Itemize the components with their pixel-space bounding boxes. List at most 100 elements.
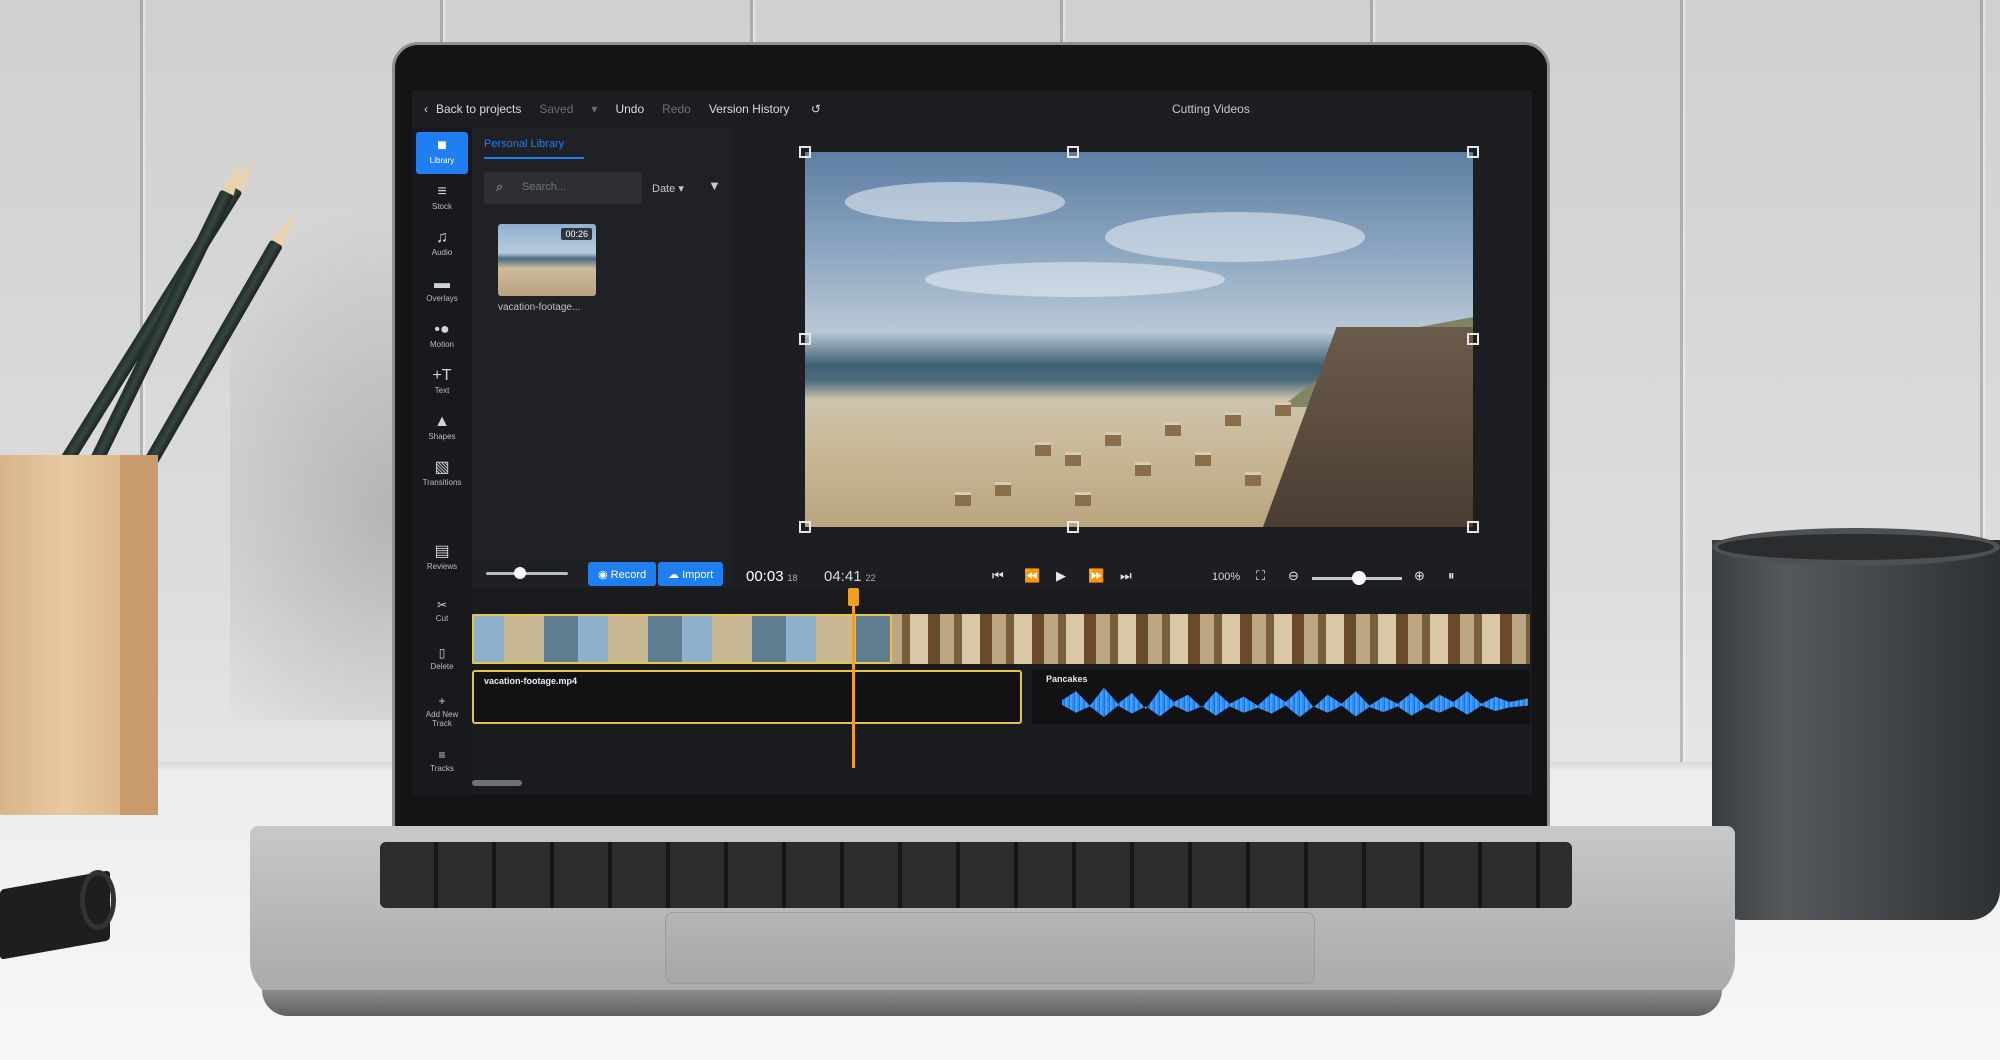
sidebar-item-label: Text — [434, 386, 450, 395]
media-thumbnail[interactable]: 00:26 — [498, 224, 596, 296]
back-label: Back to projects — [436, 102, 522, 116]
tool-label: Cut — [435, 614, 449, 623]
thumbnail-size-slider[interactable] — [486, 572, 568, 575]
total-time: 04:41 — [824, 568, 862, 585]
sidebar-item-transitions[interactable]: ▧ Transitions — [416, 454, 468, 496]
sidebar-item-label: Shapes — [428, 432, 456, 441]
history-icon: ↺ — [810, 102, 821, 116]
import-label: Import — [682, 569, 714, 581]
resize-handle[interactable] — [1067, 146, 1079, 158]
sidebar: ■ Library ≡ Stock ♫ Audio ▬ Overlays •● … — [412, 128, 472, 648]
search-input[interactable]: ⌕ Search... — [484, 172, 642, 204]
sidebar-item-shapes[interactable]: ▲ Shapes — [416, 408, 468, 450]
add-track-tool[interactable]: + Add New Track — [416, 694, 468, 728]
playhead[interactable] — [852, 588, 855, 768]
add-track-icon: + — [438, 694, 446, 708]
fullscreen-icon[interactable]: ⛶ — [1256, 568, 1265, 584]
selected-video-clip-bar[interactable]: vacation-footage.mp4 — [472, 670, 1022, 724]
sidebar-item-motion[interactable]: •● Motion — [416, 316, 468, 358]
editor-topbar: ‹ Back to projects Saved ▾ Undo Redo Ver… — [412, 90, 1532, 128]
filter-icon[interactable]: ▼ — [708, 178, 721, 193]
sort-dropdown[interactable]: Date ▾ — [652, 182, 684, 195]
version-history-button[interactable]: Version History ↺ — [709, 102, 839, 116]
resize-handle[interactable] — [799, 146, 811, 158]
transitions-icon: ▧ — [434, 459, 450, 476]
sidebar-item-label: Stock — [431, 202, 452, 211]
music-icon: ♫ — [436, 229, 448, 246]
resize-handle[interactable] — [1067, 521, 1079, 533]
current-timecode: 00:03 18 — [746, 568, 798, 585]
timeline-ruler[interactable] — [472, 588, 1532, 610]
sidebar-item-label: Audio — [431, 248, 453, 257]
delete-tool[interactable]: ▯ Delete — [416, 646, 468, 671]
sidebar-item-reviews[interactable]: ▤ Reviews — [416, 538, 468, 580]
tracks-icon: ≡ — [438, 748, 446, 762]
tracks-tool[interactable]: ≡ Tracks — [416, 748, 468, 773]
skip-to-start-icon[interactable]: ⏮ — [992, 568, 1004, 584]
resize-handle[interactable] — [1467, 521, 1479, 533]
saved-status: Saved — [539, 102, 574, 116]
record-button[interactable]: ◉ Record — [588, 562, 657, 586]
version-history-label: Version History — [708, 102, 790, 116]
tool-label: Add New Track — [425, 710, 459, 728]
redo-button[interactable]: Redo — [662, 102, 691, 116]
current-time: 00:03 — [746, 568, 784, 585]
play-icon[interactable]: ▶ — [1056, 568, 1066, 584]
resize-handle[interactable] — [799, 333, 811, 345]
search-icon: ⌕ — [496, 179, 504, 194]
search-placeholder: Search... — [522, 181, 567, 193]
audio-track[interactable]: Pancakes — [1032, 670, 1530, 724]
record-icon: ◉ — [598, 569, 611, 581]
selected-video-clip[interactable] — [472, 614, 892, 664]
chevron-down-icon: ▾ — [678, 183, 684, 195]
resize-handle[interactable] — [1467, 333, 1479, 345]
undo-button[interactable]: Undo — [615, 102, 644, 116]
zoom-in-icon[interactable]: ⊕ — [1414, 568, 1425, 584]
back-to-projects-link[interactable]: ‹ Back to projects — [424, 102, 539, 116]
pause-icon[interactable]: ⏸ — [1448, 568, 1455, 584]
chevron-down-icon[interactable]: ▾ — [591, 102, 597, 116]
clip-duration: 00:26 — [561, 228, 592, 240]
resize-handle[interactable] — [1467, 146, 1479, 158]
sidebar-item-audio[interactable]: ♫ Audio — [416, 224, 468, 266]
sidebar-item-label: Library — [429, 156, 455, 165]
video-preview-frame[interactable] — [805, 152, 1473, 527]
sidebar-item-label: Motion — [429, 340, 454, 349]
playhead-handle[interactable] — [848, 588, 859, 606]
sidebar-item-overlays[interactable]: ▬ Overlays — [416, 270, 468, 312]
motion-icon: •● — [434, 321, 450, 338]
clip-name: vacation-footage.mp4 — [484, 676, 578, 686]
tab-personal-library[interactable]: Personal Library — [484, 138, 584, 159]
sort-label: Date — [652, 183, 676, 195]
record-label: Record — [610, 569, 647, 581]
laptop-keyboard — [380, 842, 1572, 908]
total-timecode: 04:41 22 — [824, 568, 876, 585]
timeline: ✂ Cut ▯ Delete + Add New Track ≡ Tracks … — [412, 588, 1532, 795]
zoom-level[interactable]: 100% — [1212, 571, 1240, 583]
scissors-icon: ✂ — [436, 598, 448, 612]
slider-handle[interactable] — [514, 567, 526, 579]
trash-icon: ▯ — [438, 646, 446, 660]
rewind-icon[interactable]: ⏪ — [1024, 568, 1040, 584]
laptop-screen: ‹ Back to projects Saved ▾ Undo Redo Ver… — [412, 90, 1532, 795]
sidebar-item-stock[interactable]: ≡ Stock — [416, 178, 468, 220]
timeline-scrollbar[interactable] — [472, 780, 522, 786]
current-frames: 18 — [787, 573, 798, 583]
fast-forward-icon[interactable]: ⏩ — [1088, 568, 1104, 584]
total-frames: 22 — [865, 573, 876, 583]
sidebar-item-library[interactable]: ■ Library — [416, 132, 468, 174]
zoom-slider-handle[interactable] — [1352, 571, 1366, 585]
zoom-out-icon[interactable]: ⊖ — [1288, 568, 1299, 584]
laptop-trackpad — [665, 912, 1315, 984]
preview-area — [732, 128, 1532, 588]
import-button[interactable]: ☁ Import — [658, 562, 724, 586]
sidebar-item-text[interactable]: +T Text — [416, 362, 468, 404]
skip-to-end-icon[interactable]: ⏭ — [1120, 568, 1132, 584]
tool-label: Delete — [430, 662, 454, 671]
audio-clip-name: Pancakes — [1046, 674, 1088, 684]
shapes-icon: ▲ — [434, 413, 450, 430]
cut-tool[interactable]: ✂ Cut — [416, 598, 468, 623]
tool-label: Tracks — [430, 764, 454, 773]
resize-handle[interactable] — [799, 521, 811, 533]
chevron-left-icon: ‹ — [424, 102, 428, 116]
